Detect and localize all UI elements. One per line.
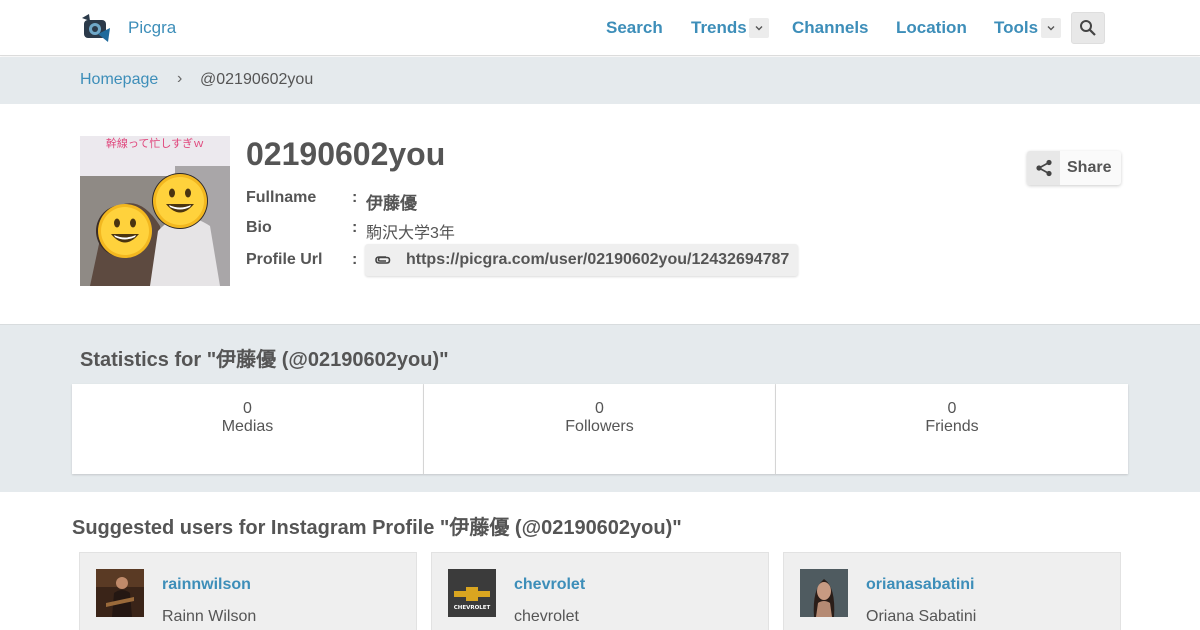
suggested-user-username[interactable]: chevrolet	[514, 576, 585, 594]
suggested-user-card[interactable]: CHEVROLET chevrolet chevrolet	[431, 552, 769, 630]
breadcrumb-current: @02190602you	[200, 71, 314, 88]
stat-friends-value: 0	[947, 400, 957, 417]
suggested-user-username[interactable]: rainnwilson	[162, 576, 251, 594]
suggested-user-fullname: Rainn Wilson	[162, 608, 257, 625]
paperclip-icon	[375, 256, 391, 264]
profile-url-value[interactable]: https://picgra.com/user/02190602you/1243…	[406, 251, 789, 269]
bio-label: Bio	[246, 219, 272, 236]
statistics-section: Statistics for "伊藤優 (@02190602you)" 0 Me…	[0, 324, 1200, 492]
search-icon	[1080, 20, 1096, 36]
stat-medias-value: 0	[243, 400, 252, 417]
share-icon	[1035, 159, 1052, 177]
nav-trends[interactable]: Trends	[691, 18, 747, 38]
chevrolet-thumb-text: CHEVROLET	[454, 605, 491, 611]
profile-url-label: Profile Url	[246, 251, 323, 268]
suggested-user-fullname: chevrolet	[514, 608, 579, 625]
nav-search[interactable]: Search	[606, 18, 663, 38]
profile-url-colon: :	[352, 251, 358, 268]
stat-followers-value: 0	[595, 400, 604, 417]
stat-followers: 0 Followers	[424, 384, 776, 474]
tools-chevron-down-icon[interactable]	[1041, 18, 1061, 38]
share-button[interactable]: Share	[1027, 151, 1121, 185]
fullname-label: Fullname	[246, 189, 317, 206]
stat-friends: 0 Friends	[776, 384, 1128, 474]
suggested-users-title: Suggested users for Instagram Profile "伊…	[72, 517, 682, 539]
suggested-user-avatar[interactable]	[800, 569, 848, 617]
suggested-user-avatar[interactable]	[96, 569, 144, 617]
avatar-caption: 幹線って忙しすぎｗ	[106, 136, 204, 150]
share-icon-box	[1027, 151, 1060, 185]
trends-chevron-down-icon[interactable]	[749, 18, 769, 38]
bio-colon: :	[352, 219, 358, 236]
statistics-title: Statistics for "伊藤優 (@02190602you)"	[80, 349, 449, 371]
search-button[interactable]	[1071, 12, 1105, 44]
breadcrumb: Homepage › @02190602you	[0, 57, 1200, 104]
stat-medias: 0 Medias	[72, 384, 424, 474]
breadcrumb-separator: ›	[177, 70, 183, 87]
profile-username: 02190602you	[246, 136, 446, 172]
stat-friends-label: Friends	[925, 418, 979, 435]
suggested-user-card[interactable]: orianasabatini Oriana Sabatini	[783, 552, 1121, 630]
suggested-user-avatar[interactable]: CHEVROLET	[448, 569, 496, 617]
fullname-colon: :	[352, 189, 358, 206]
profile-avatar: 幹線って忙しすぎｗ	[80, 136, 230, 286]
top-navbar: Picgra Search Trends Channels Location T…	[0, 0, 1200, 56]
nav-channels[interactable]: Channels	[792, 18, 869, 38]
fullname-value: 伊藤優	[366, 194, 417, 213]
suggested-user-fullname: Oriana Sabatini	[866, 608, 977, 625]
suggested-user-username[interactable]: orianasabatini	[866, 576, 974, 594]
nav-tools[interactable]: Tools	[994, 18, 1038, 38]
nav-location[interactable]: Location	[896, 18, 967, 38]
stat-followers-label: Followers	[565, 418, 634, 435]
suggested-user-card[interactable]: rainnwilson Rainn Wilson	[79, 552, 417, 630]
profile-url-link[interactable]: https://picgra.com/user/02190602you/1243…	[365, 244, 798, 276]
bio-value: 駒沢大学3年	[366, 225, 455, 242]
breadcrumb-home-link[interactable]: Homepage	[80, 71, 158, 89]
stat-medias-label: Medias	[221, 418, 274, 435]
share-label: Share	[1067, 159, 1112, 176]
logo-icon[interactable]	[80, 12, 112, 44]
brand-name[interactable]: Picgra	[128, 18, 176, 38]
